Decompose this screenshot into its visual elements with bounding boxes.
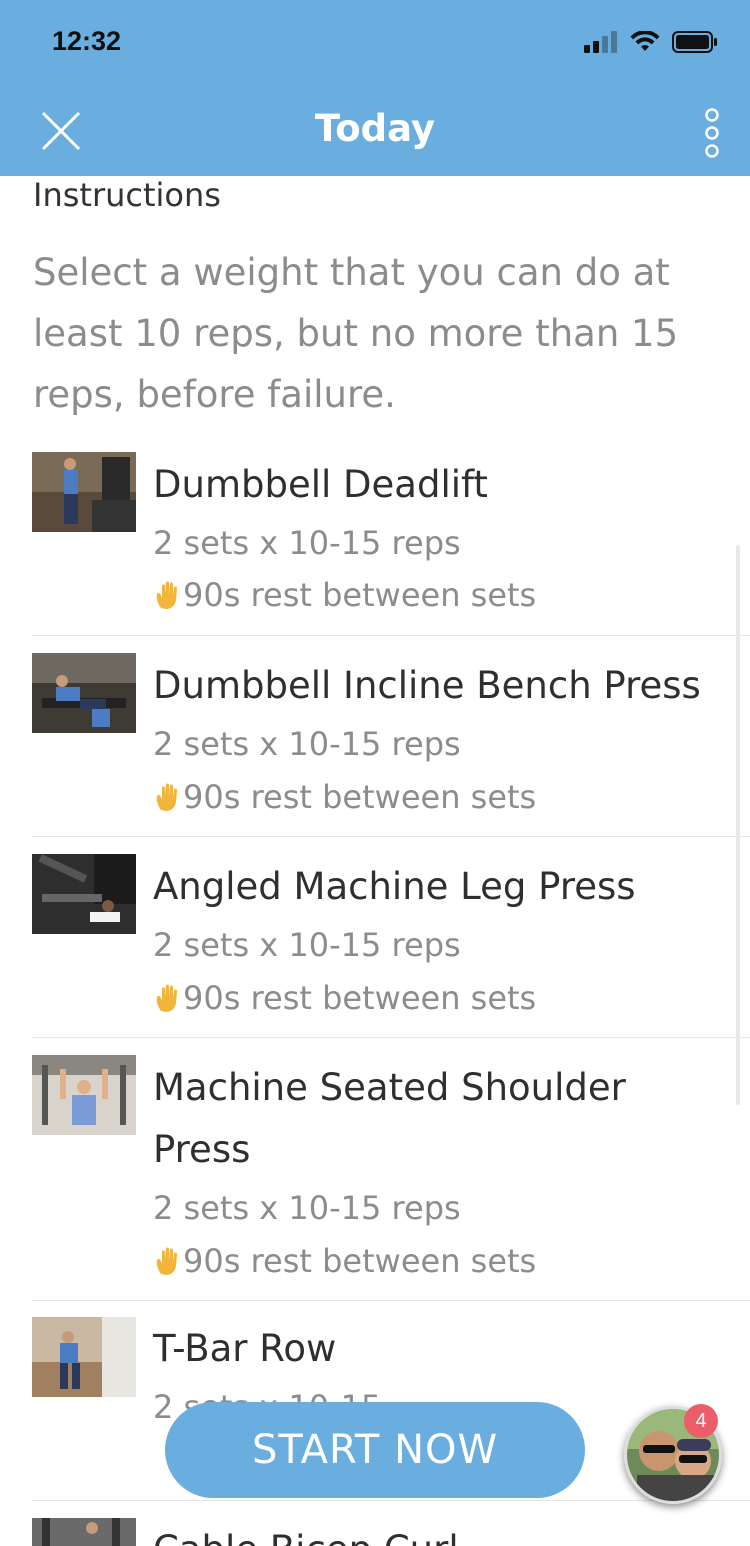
exercise-rest: 90s rest between sets — [155, 978, 536, 1018]
notification-badge: 4 — [684, 1404, 718, 1438]
status-icons — [584, 31, 718, 53]
hand-icon — [156, 984, 177, 1012]
exercise-sets: 2 sets x 10-15 reps — [153, 524, 461, 562]
exercise-thumbnail — [32, 1518, 136, 1546]
exercise-item[interactable]: Dumbbell Incline Bench Press 2 sets x 10… — [32, 636, 750, 837]
exercise-thumbnail — [32, 653, 136, 733]
battery-icon — [672, 31, 717, 53]
exercise-item[interactable]: Angled Machine Leg Press 2 sets x 10-15 … — [32, 837, 750, 1038]
signal-icon — [584, 31, 617, 53]
hand-icon — [156, 1247, 177, 1275]
hand-icon — [156, 783, 177, 811]
exercise-thumbnail — [32, 452, 136, 532]
instructions-text: Select a weight that you can do at least… — [33, 251, 679, 416]
exercise-rest: 90s rest between sets — [155, 777, 536, 817]
exercise-thumbnail — [32, 1317, 136, 1397]
status-time: 12:32 — [52, 26, 122, 56]
exercise-name: Angled Machine Leg Press — [153, 865, 636, 908]
wifi-icon — [630, 31, 660, 51]
exercise-name: Cable Bicep Curl — [153, 1519, 459, 1546]
exercise-thumbnail — [32, 854, 136, 934]
exercise-item[interactable]: Machine Seated Shoulder Press 2 sets x 1… — [32, 1038, 750, 1301]
instructions-heading: Instructions — [33, 176, 221, 214]
exercise-sets: 2 sets x 10-15 reps — [153, 725, 461, 763]
rest-label: 90s rest between sets — [183, 576, 537, 614]
workout-content[interactable]: Instructions Select a weight that you ca… — [0, 176, 750, 1546]
exercise-sets: 2 sets x 10-15 reps — [153, 1189, 461, 1227]
exercise-sets: 2 sets x 10-15 reps — [153, 926, 461, 964]
rest-label: 90s rest between sets — [183, 979, 537, 1017]
scrollbar[interactable] — [736, 545, 740, 1105]
status-bar: 12:32 — [0, 0, 750, 88]
hand-icon — [156, 581, 177, 609]
more-vertical-icon[interactable] — [702, 108, 722, 158]
exercise-item[interactable]: Dumbbell Deadlift 2 sets x 10-15 reps 90… — [32, 446, 750, 636]
exercise-name: T-Bar Row — [153, 1327, 337, 1370]
exercise-rest: 90s rest between sets — [155, 575, 536, 615]
rest-label: 90s rest between sets — [183, 778, 537, 816]
exercise-thumbnail — [32, 1055, 136, 1135]
exercise-rest: 90s rest between sets — [155, 1241, 536, 1281]
exercise-name: Machine Seated Shoulder Press — [153, 1066, 626, 1171]
exercise-name: Dumbbell Incline Bench Press — [153, 664, 701, 707]
rest-label: 90s rest between sets — [183, 1242, 537, 1280]
exercise-name: Dumbbell Deadlift — [153, 463, 488, 506]
exercise-item[interactable]: Cable Bicep Curl — [32, 1501, 750, 1546]
nav-bar: Today — [0, 88, 750, 176]
start-now-button[interactable]: START NOW — [165, 1402, 585, 1498]
page-title: Today — [314, 107, 436, 150]
